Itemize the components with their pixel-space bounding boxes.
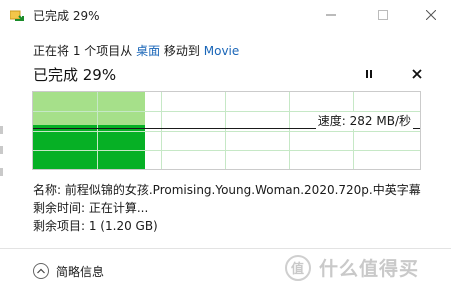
cancel-button[interactable] <box>409 66 425 82</box>
status-prefix: 正在将 1 个项目从 <box>33 44 137 58</box>
pause-button[interactable] <box>361 66 377 82</box>
fewer-details-label: 简略信息 <box>56 264 105 279</box>
transfer-speed-graph: 速度: 282 MB/秒 <box>32 91 421 170</box>
close-icon <box>426 10 436 20</box>
chevron-up-icon <box>33 263 49 279</box>
close-button[interactable] <box>418 6 444 24</box>
speed-label: 速度: 282 MB/秒 <box>315 112 413 129</box>
maximize-icon <box>378 10 388 20</box>
transfer-details: 名称: 前程似锦的女孩.Promising.Young.Woman.2020.7… <box>33 181 421 235</box>
close-icon <box>412 69 422 79</box>
transfer-status: 正在将 1 个项目从 桌面 移动到 Movie <box>33 42 239 59</box>
window-title: 已完成 29% <box>33 9 100 23</box>
grid-line <box>33 131 420 132</box>
grid-line <box>33 150 420 151</box>
window-edge-mark <box>0 146 3 154</box>
progress-heading: 已完成 29% <box>33 66 117 84</box>
fewer-details-button[interactable]: 简略信息 <box>33 262 104 280</box>
window-edge-mark <box>0 168 3 176</box>
footer-divider <box>0 248 451 249</box>
minimize-button[interactable] <box>318 6 344 24</box>
window-edge-mark <box>0 126 3 134</box>
pause-icon <box>366 70 372 78</box>
source-folder-link[interactable]: 桌面 <box>136 44 160 58</box>
move-files-icon <box>9 8 24 22</box>
file-name: 名称: 前程似锦的女孩.Promising.Young.Woman.2020.7… <box>33 183 421 197</box>
title-bar: 已完成 29% <box>0 0 451 30</box>
watermark-text: 什么值得买 <box>319 258 420 280</box>
time-remaining: 剩余时间: 正在计算... <box>33 201 149 215</box>
minimize-icon <box>326 14 336 16</box>
watermark: 值 什么值得买 <box>285 254 419 281</box>
status-middle: 移动到 <box>160 44 204 58</box>
maximize-button[interactable] <box>370 6 396 24</box>
watermark-badge: 值 <box>285 254 311 281</box>
destination-folder-link[interactable]: Movie <box>204 44 240 58</box>
items-remaining: 剩余项目: 1 (1.20 GB) <box>33 219 158 233</box>
